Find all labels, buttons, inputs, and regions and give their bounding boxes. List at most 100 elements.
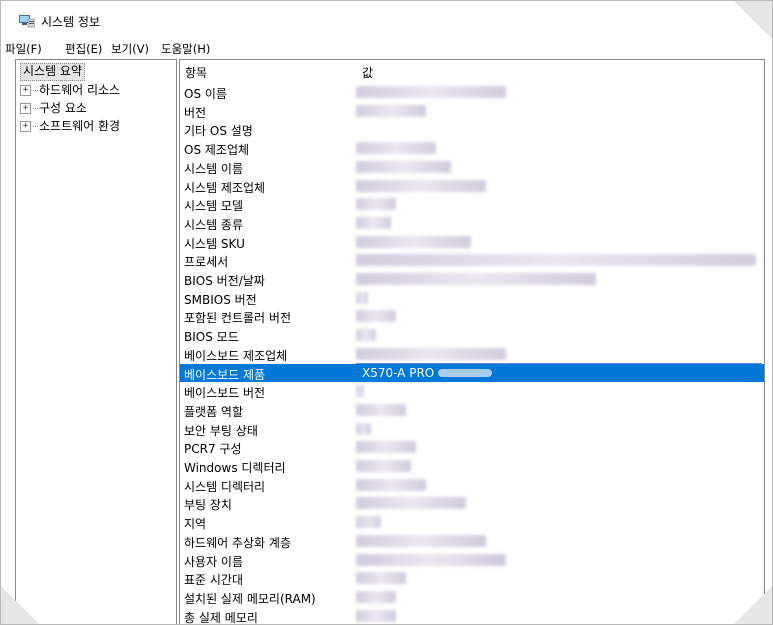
redacted-value	[356, 609, 396, 622]
redacted-value	[356, 478, 426, 491]
tree-item-software-environment[interactable]: + 소프트웨어 환경	[20, 117, 120, 135]
tree-item-system-summary[interactable]: 시스템 요약	[20, 63, 86, 81]
row-item-label: 지역	[184, 517, 207, 532]
redacted-value	[356, 254, 756, 267]
redacted-value	[356, 160, 451, 173]
redacted-value	[356, 385, 364, 398]
redacted-value	[356, 403, 406, 416]
table-row[interactable]: 시스템 종류	[180, 214, 764, 233]
main-area: 시스템 요약 + 하드웨어 리소스 + 구성 요소 + 소프트웨어 환경 항목 값 O…	[15, 59, 765, 625]
table-row[interactable]: 지역	[180, 513, 764, 532]
row-item-label: 베이스보드 제품	[184, 367, 266, 382]
column-header-value[interactable]: 값	[362, 64, 373, 81]
row-item-label: Windows 디렉터리	[184, 461, 286, 475]
redacted-value	[356, 273, 596, 285]
table-row[interactable]: 베이스보드 제조업체	[180, 345, 764, 364]
tree-connector	[33, 108, 38, 109]
row-item-label: 시스템 제조업체	[184, 180, 266, 195]
row-item-label: 총 실제 메모리	[184, 610, 258, 625]
row-item-label: 플랫폼 역할	[184, 404, 244, 419]
list-header: 항목 값	[180, 60, 764, 81]
system-info-app-icon	[19, 15, 35, 28]
row-item-label: 부팅 장치	[184, 498, 232, 513]
table-row[interactable]: 시스템 SKU	[180, 233, 764, 252]
row-item-label: 시스템 이름	[184, 161, 244, 176]
category-tree[interactable]: 시스템 요약 + 하드웨어 리소스 + 구성 요소 + 소프트웨어 환경	[15, 59, 177, 624]
row-item-label: 시스템 모델	[184, 199, 244, 214]
table-row[interactable]: 총 실제 메모리	[180, 607, 764, 625]
table-row[interactable]: 사용자 이름	[180, 551, 764, 570]
table-row[interactable]: 베이스보드 제품 X570-A PRO	[180, 363, 764, 383]
table-row[interactable]: Windows 디렉터리	[180, 457, 764, 476]
row-item-label: PCR7 구성	[184, 442, 242, 457]
table-row[interactable]: 부팅 장치	[180, 494, 764, 513]
row-item-label: 프로세서	[184, 255, 229, 270]
row-item-label: 포함된 컨트롤러 버전	[184, 311, 291, 326]
table-row[interactable]: 프로세서	[180, 251, 764, 270]
table-row[interactable]: 표준 시간대	[180, 569, 764, 588]
table-row[interactable]: 버전	[180, 102, 764, 121]
row-item-label: 사용자 이름	[184, 554, 244, 569]
redacted-value	[356, 347, 506, 360]
row-item-label: 시스템 SKU	[184, 236, 245, 251]
redacted-value	[356, 216, 391, 229]
expand-icon[interactable]: +	[20, 103, 31, 114]
tree-item-components[interactable]: + 구성 요소	[20, 99, 87, 117]
tree-item-label: 소프트웨어 환경	[39, 119, 121, 133]
row-item-label: OS 제조업체	[184, 143, 250, 158]
menu-view[interactable]: 보기(V)	[111, 41, 149, 57]
table-row[interactable]: BIOS 모드	[180, 326, 764, 345]
row-value: X570-A PRO	[362, 365, 493, 380]
tree-item-label: 구성 요소	[39, 101, 87, 115]
row-item-label: BIOS 모드	[184, 330, 239, 345]
menu-help[interactable]: 도움말(H)	[161, 41, 210, 57]
row-value-text: X570-A PRO	[362, 365, 435, 380]
table-row[interactable]: 포함된 컨트롤러 버전	[180, 307, 764, 326]
table-row[interactable]: 시스템 모델	[180, 195, 764, 214]
table-row[interactable]: 기타 OS 설명	[180, 120, 764, 139]
expand-icon[interactable]: +	[20, 121, 31, 132]
redacted-value	[356, 104, 426, 117]
expand-icon[interactable]: +	[20, 85, 31, 96]
table-row[interactable]: OS 제조업체	[180, 139, 764, 158]
title-bar: 시스템 정보	[1, 1, 772, 35]
row-item-label: SMBIOS 버전	[184, 292, 257, 307]
table-row[interactable]: SMBIOS 버전	[180, 289, 764, 308]
page-corner-decoration	[1, 586, 39, 624]
table-row[interactable]: 보안 부팅 상태	[180, 420, 764, 439]
table-row[interactable]: 시스템 이름	[180, 158, 764, 177]
redacted-value	[356, 142, 436, 155]
table-row[interactable]: 시스템 디렉터리	[180, 476, 764, 495]
row-item-label: 기타 OS 설명	[184, 124, 253, 139]
system-info-window: 시스템 정보 파일(F) 편집(E) 보기(V) 도움말(H) 시스템 요약 +…	[0, 0, 773, 625]
table-row[interactable]: 베이스보드 버전	[180, 382, 764, 401]
column-header-item[interactable]: 항목	[185, 64, 207, 81]
redacted-value	[356, 198, 396, 211]
table-row[interactable]: BIOS 버전/날짜	[180, 270, 764, 289]
redacted-value	[356, 329, 376, 342]
row-item-label: 버전	[184, 105, 207, 120]
redacted-value	[356, 553, 506, 566]
redacted-value	[356, 516, 381, 529]
details-list[interactable]: 항목 값 OS 이름버전기타 OS 설명 OS 제조업체시스템 이름시스템 제조업…	[179, 59, 765, 625]
redacted-value	[356, 310, 396, 323]
redacted-value	[438, 369, 493, 377]
row-item-label: 시스템 종류	[184, 217, 244, 232]
table-row[interactable]: 시스템 제조업체	[180, 177, 764, 196]
redacted-value	[356, 497, 466, 510]
row-item-label: 설치된 실제 메모리(RAM)	[184, 591, 316, 606]
table-row[interactable]: 플랫폼 역할	[180, 401, 764, 420]
redacted-value	[356, 235, 471, 248]
table-row[interactable]: 설치된 실제 메모리(RAM)	[180, 588, 764, 607]
tree-connector	[33, 90, 38, 91]
table-row[interactable]: PCR7 구성	[180, 438, 764, 457]
table-row[interactable]: 하드웨어 추상화 계층	[180, 532, 764, 551]
menu-edit[interactable]: 편집(E)	[65, 41, 102, 57]
tree-connector	[33, 126, 38, 127]
tree-item-hardware-resources[interactable]: + 하드웨어 리소스	[20, 81, 120, 99]
redacted-value	[356, 534, 486, 547]
menu-file[interactable]: 파일(F)	[5, 41, 42, 57]
redacted-value	[356, 441, 416, 454]
table-row[interactable]: OS 이름	[180, 83, 764, 102]
row-item-label: BIOS 버전/날짜	[184, 274, 265, 288]
